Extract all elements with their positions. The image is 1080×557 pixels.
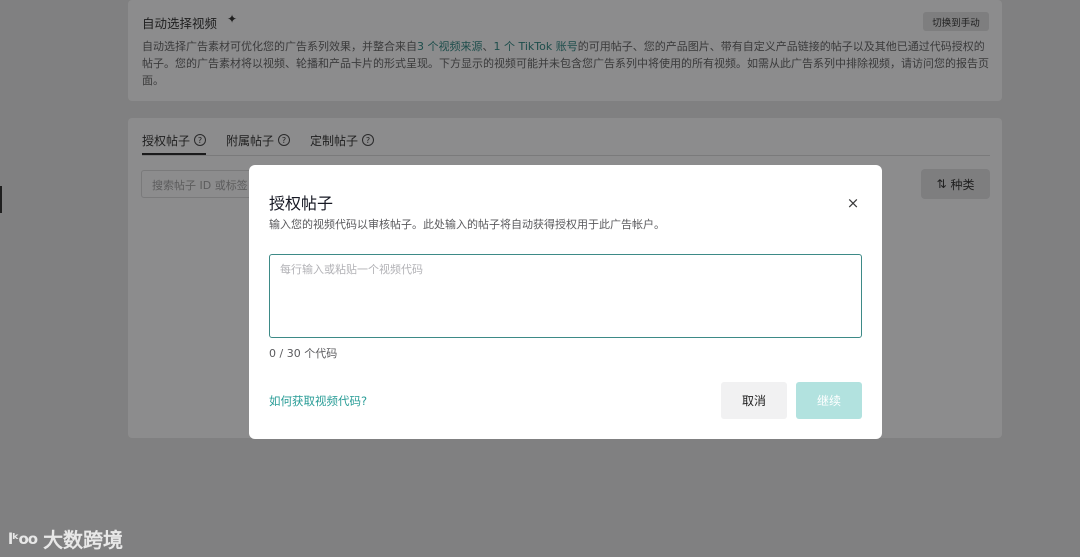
watermark: lᵏoo 大数跨境 <box>8 524 123 553</box>
tab-label: 附属帖子 <box>226 134 275 148</box>
watermark-logo: lᵏoo <box>8 529 38 548</box>
tab-authorized-posts[interactable]: 授权帖子 ? <box>142 132 207 155</box>
dialog-description: 输入您的视频代码以审核帖子。此处输入的帖子将自动获得授权用于此广告帐户。 <box>269 218 665 231</box>
video-sources-link[interactable]: 3 个视频来源 <box>417 40 483 53</box>
continue-button[interactable]: 继续 <box>796 382 862 419</box>
sort-button[interactable]: ⇅ 种类 <box>921 169 990 199</box>
tiktok-account-link[interactable]: 1 个 TikTok 账号 <box>494 40 578 53</box>
auto-select-title: 自动选择视频 <box>142 16 218 31</box>
sidebar-edge <box>0 186 2 213</box>
video-code-input[interactable] <box>269 254 862 338</box>
desc-text-1: 自动选择广告素材可优化您的广告系列效果，并整合来自 <box>142 40 417 53</box>
code-counter: 0 / 30 个代码 <box>269 347 338 360</box>
tab-label: 授权帖子 <box>142 134 191 148</box>
tab-custom-posts[interactable]: 定制帖子 ? <box>310 132 375 155</box>
how-to-get-code-link[interactable]: 如何获取视频代码? <box>269 393 367 409</box>
help-icon[interactable]: ? <box>194 134 207 146</box>
desc-separator: 、 <box>482 40 494 53</box>
tab-affiliate-posts[interactable]: 附属帖子 ? <box>226 132 291 155</box>
authorize-posts-dialog: 授权帖子 × 输入您的视频代码以审核帖子。此处输入的帖子将自动获得授权用于此广告… <box>249 165 882 439</box>
watermark-text: 大数跨境 <box>43 528 124 552</box>
dialog-title: 授权帖子 <box>269 194 334 213</box>
post-tabs: 授权帖子 ? 附属帖子 ? 定制帖子 ? <box>142 132 990 156</box>
close-icon[interactable]: × <box>846 195 860 211</box>
sort-icon: ⇅ <box>936 177 947 191</box>
cancel-button[interactable]: 取消 <box>721 382 787 419</box>
auto-select-description: 自动选择广告素材可优化您的广告系列效果，并整合来自3 个视频来源、1 个 Tik… <box>142 38 992 89</box>
tab-label: 定制帖子 <box>310 134 359 148</box>
post-search-input[interactable]: 搜索帖子 ID 或标签 <box>141 170 261 198</box>
help-icon[interactable]: ? <box>278 134 291 146</box>
sparkle-icon: ✦ <box>227 12 238 26</box>
help-icon[interactable]: ? <box>362 134 375 146</box>
switch-to-manual-button[interactable]: 切换到手动 <box>923 12 989 31</box>
sort-label: 种类 <box>950 177 975 192</box>
